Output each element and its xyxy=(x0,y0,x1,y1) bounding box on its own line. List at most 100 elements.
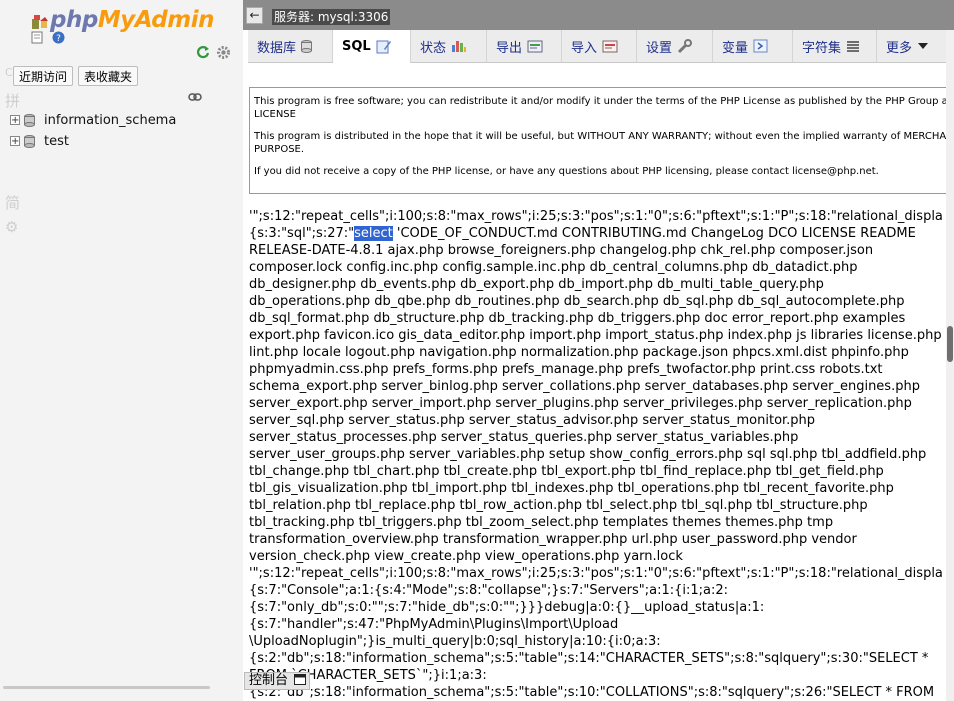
console-icon xyxy=(294,674,307,685)
dump-line: tbl_change.php tbl_chart.php tbl_create.… xyxy=(249,464,884,479)
main-tabs: 数据库 SQL 状态 导出 导入 设置 变量 字符集 更多 xyxy=(248,30,946,63)
db-item-test[interactable]: + test xyxy=(10,131,69,151)
import-icon xyxy=(602,40,618,52)
logo-php: php xyxy=(50,7,98,33)
license-line: PURPOSE. xyxy=(254,144,946,157)
license-text: This program is free software; you can r… xyxy=(254,96,946,107)
dump-line: {s:7:"handler";s:47:"PhpMyAdmin\Plugins\… xyxy=(249,617,619,632)
license-text: This program is distributed in the hope … xyxy=(254,131,946,142)
logo-myadmin: MyAdmin xyxy=(97,7,215,33)
docs-icon[interactable] xyxy=(31,31,44,44)
tab-label: 状态 xyxy=(420,40,447,56)
database-icon xyxy=(301,39,313,53)
tab-label: 导出 xyxy=(496,40,523,56)
tab-label: 导入 xyxy=(571,40,598,56)
recent-tab[interactable]: 近期访问 xyxy=(13,66,73,86)
license-notice: This program is free software; you can r… xyxy=(249,87,946,194)
dump-line: db_operations.php db_qbe.php db_routines… xyxy=(249,294,905,309)
license-text: If you did not receive a copy of the PHP… xyxy=(254,166,879,177)
tab-label: 数据库 xyxy=(257,40,297,56)
tab-label: 更多 xyxy=(886,40,913,56)
license-line: LICENSE xyxy=(254,109,946,122)
dump-line: db_designer.php db_events.php db_export.… xyxy=(249,277,824,292)
tab-label: 变量 xyxy=(722,40,749,56)
database-icon xyxy=(24,113,35,127)
tab-sql[interactable]: SQL xyxy=(333,30,411,63)
license-line: If you did not receive a copy of the PHP… xyxy=(254,166,946,179)
dump-line: db_sql_format.php db_structure.php db_tr… xyxy=(249,311,906,326)
home-icon[interactable] xyxy=(30,13,48,31)
dump-line: {s:7:"only_db";s:0:"";s:7:"hide_db";s:0:… xyxy=(249,600,765,615)
expand-icon[interactable]: + xyxy=(10,136,20,147)
session-dump-text: '";s:12:"repeat_cells";i:100;s:8:"max_ro… xyxy=(249,208,943,701)
db-name[interactable]: information_schema xyxy=(44,113,176,128)
dump-line: server_status_processes.php server_statu… xyxy=(249,430,799,445)
navigation-panel: phpMyAdmin ? CN 近期访问 表收藏夹 拼 + informatio… xyxy=(0,0,243,701)
tab-charset[interactable]: 字符集 xyxy=(793,30,877,62)
console-label: 控制台 xyxy=(249,673,289,688)
dump-line: {s:2:"db";s:18:"information_schema";s:5:… xyxy=(249,651,929,666)
scrollbar-thumb[interactable] xyxy=(947,326,953,362)
dump-line: composer.lock config.inc.php config.samp… xyxy=(249,260,858,275)
tab-more[interactable]: 更多 xyxy=(877,30,946,62)
nav-horizontal-scrollbar[interactable] xyxy=(3,686,210,689)
dump-line: transformation_overview.php transformati… xyxy=(249,532,857,547)
dump-line: {s:7:"Console";a:1:{s:4:"Mode";s:8:"coll… xyxy=(249,583,729,598)
dump-line: {s:2:"db";s:18:"information_schema";s:5:… xyxy=(249,685,935,700)
license-text: LICENSE xyxy=(254,108,296,120)
selected-text[interactable]: select xyxy=(354,226,393,241)
tab-label: 设置 xyxy=(646,40,673,56)
phpmyadmin-logo[interactable]: php MyAdmin xyxy=(50,6,214,34)
dump-lines: RELEASE-DATE-4.8.1 ajax.php browse_forei… xyxy=(249,242,943,701)
dump-line: phpmyadmin.css.php prefs_forms.php prefs… xyxy=(249,362,883,377)
dump-line: tbl_tracking.php tbl_triggers.php tbl_zo… xyxy=(249,515,834,530)
dump-line: RELEASE-DATE-4.8.1 ajax.php browse_forei… xyxy=(249,243,874,258)
tab-import[interactable]: 导入 xyxy=(562,30,637,62)
dump-line: lint.php locale logout.php navigation.ph… xyxy=(249,345,909,360)
db-name[interactable]: test xyxy=(44,134,69,149)
help-icon[interactable]: ? xyxy=(52,31,65,44)
db-item-information-schema[interactable]: + information_schema xyxy=(10,110,176,130)
svg-text:?: ? xyxy=(56,34,61,44)
server-breadcrumb[interactable]: 服务器: mysql:3306 xyxy=(272,9,391,25)
dump-line: tbl_relation.php tbl_replace.php tbl_row… xyxy=(249,498,868,513)
expand-icon[interactable]: + xyxy=(10,115,20,126)
dump-line: schema_export.php server_binlog.php serv… xyxy=(249,379,920,394)
charset-icon xyxy=(847,41,860,52)
export-icon xyxy=(527,40,543,52)
dump-line: FROM `CHARACTER_SETS`";}i:1;a:3: xyxy=(249,668,487,683)
main-vertical-scrollbar[interactable] xyxy=(946,30,954,701)
dump-line: \UploadNoplugin";}is_multi_query|b:0;sql… xyxy=(249,634,661,649)
dump-line: export.php favicon.ico gis_data_editor.p… xyxy=(249,328,942,343)
console-toggle[interactable]: 控制台 xyxy=(244,672,310,690)
dump-text: {s:3:"sql";s:27:" xyxy=(249,226,355,241)
dump-line: tbl_gis_visualization.php tbl_import.php… xyxy=(249,481,894,496)
ghost-gear-icon: ⚙ xyxy=(5,218,19,236)
dump-line: server_export.php server_import.php serv… xyxy=(249,396,912,411)
back-button[interactable]: ← xyxy=(246,7,263,24)
tab-databases[interactable]: 数据库 xyxy=(248,30,333,62)
tab-label: 字符集 xyxy=(802,40,842,56)
dump-line: server_sql.php server_status.php server_… xyxy=(249,413,816,428)
reload-icon[interactable] xyxy=(196,45,210,59)
ghost-glyph-pinyin: 拼 xyxy=(5,92,21,110)
dump-line: server_user_groups.php server_variables.… xyxy=(249,447,927,462)
ghost-glyph-jian: 简 xyxy=(5,194,21,212)
database-icon xyxy=(24,134,35,148)
license-line: This program is distributed in the hope … xyxy=(254,131,946,144)
settings-icon xyxy=(677,38,693,53)
tab-status[interactable]: 状态 xyxy=(411,30,487,62)
link-icon[interactable] xyxy=(188,92,202,102)
license-line: This program is free software; you can r… xyxy=(254,96,946,109)
gear-icon[interactable] xyxy=(216,45,231,60)
status-icon xyxy=(452,41,467,52)
favorites-tab[interactable]: 表收藏夹 xyxy=(78,66,138,86)
dump-line: version_check.php view_create.php view_o… xyxy=(249,549,683,564)
dump-line: '";s:12:"repeat_cells";i:100;s:8:"max_ro… xyxy=(249,566,943,581)
license-text: PURPOSE. xyxy=(254,143,305,155)
main-content: This program is free software; you can r… xyxy=(248,63,946,701)
tab-export[interactable]: 导出 xyxy=(487,30,562,62)
tab-variables[interactable]: 变量 xyxy=(713,30,793,62)
chevron-down-icon xyxy=(918,42,929,49)
tab-settings[interactable]: 设置 xyxy=(637,30,713,62)
